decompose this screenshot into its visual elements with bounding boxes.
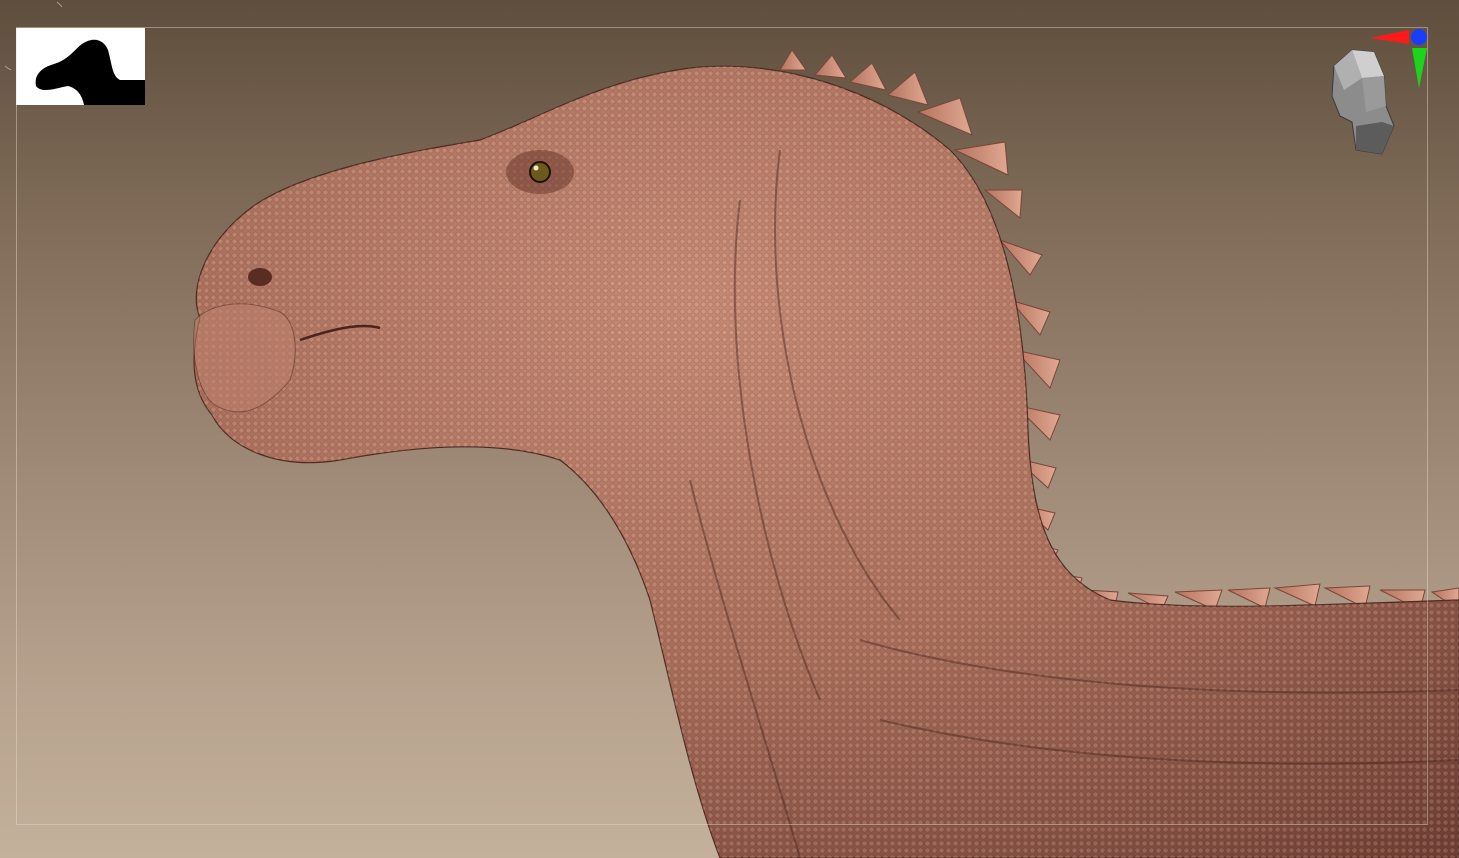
dinosaur-model[interactable] — [0, 0, 1459, 858]
head-navigator-icon[interactable] — [1322, 26, 1434, 160]
eye — [529, 161, 551, 183]
eye-highlight — [533, 165, 539, 171]
skin-texture — [194, 66, 1459, 858]
navigator-head — [1331, 49, 1395, 155]
silhouette-thumbnail-icon[interactable] — [16, 28, 145, 105]
nostril — [248, 268, 272, 286]
sculpt-viewport[interactable] — [0, 0, 1459, 858]
